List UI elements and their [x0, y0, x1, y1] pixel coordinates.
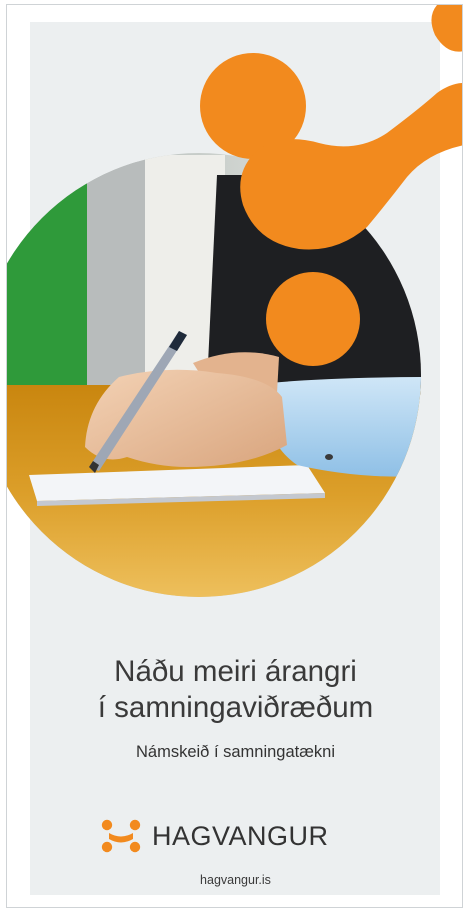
headline-line-2: í samningaviðræðum [97, 691, 374, 724]
website-link[interactable]: hagvangur.is [7, 873, 462, 887]
logo-wordmark: HAGVANGUR [152, 820, 329, 851]
brochure-frame: Náðu meiri árangri í samningaviðræðum Ná… [6, 4, 463, 908]
photo-circle [7, 153, 421, 597]
logo-mark-icon [101, 819, 141, 853]
orange-corner-blob [431, 5, 462, 52]
headline-line-1: Náðu meiri árangri [114, 655, 357, 688]
cover-artwork [7, 5, 462, 597]
course-subtitle: Námskeið í samningatækni [136, 743, 335, 761]
hagvangur-logo[interactable]: HAGVANGUR [100, 818, 329, 854]
orange-circle-middle [266, 272, 360, 366]
